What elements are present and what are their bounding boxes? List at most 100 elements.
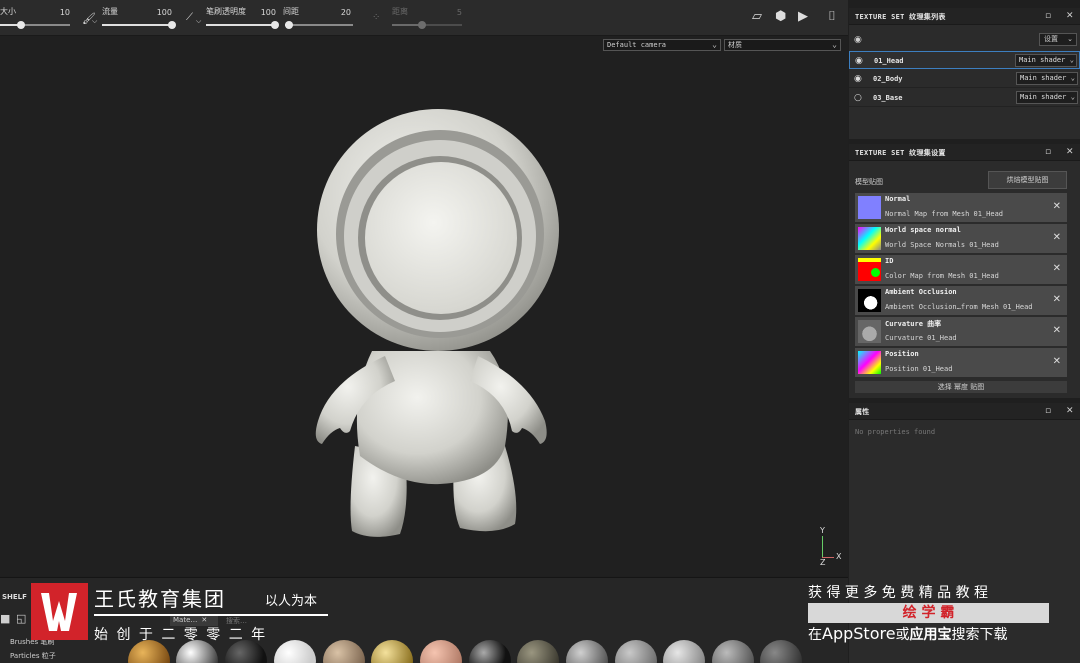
shelf-title: SHELF xyxy=(2,593,27,601)
close-icon[interactable]: ✕ xyxy=(1066,147,1074,157)
texture-set-name: 02_Body xyxy=(873,75,903,83)
texture-set-row-02-body[interactable]: ◉ 02_Body Main shader ⌄ xyxy=(849,70,1080,88)
3d-viewport[interactable]: Default camera ⌄ 材质 ⌄ Y X Z xyxy=(0,36,848,576)
chevron-down-icon[interactable]: ⌵ xyxy=(196,17,201,26)
shader-select[interactable]: Main shader ⌄ xyxy=(1015,54,1077,67)
size-slider-knob[interactable] xyxy=(17,21,25,29)
size-value[interactable]: 10 xyxy=(46,8,70,17)
select-map-button[interactable]: 选择 幂度 贴图 xyxy=(855,381,1067,393)
material-ball[interactable] xyxy=(712,640,754,663)
mesh-map-world-space-normal[interactable]: World space normal World Space Normals 0… xyxy=(855,224,1067,253)
mesh-map-id[interactable]: ID Color Map from Mesh 01_Head ✕ xyxy=(855,255,1067,284)
mesh-map-ambient-occlusion[interactable]: Ambient Occlusion Ambient Occlusion…from… xyxy=(855,286,1067,315)
undock-icon[interactable]: ▫ xyxy=(1045,147,1051,157)
screenshot-camera-icon[interactable]: ⌷ xyxy=(828,9,836,24)
spacing-value[interactable]: 20 xyxy=(327,8,351,17)
texture-set-name: 01_Head xyxy=(874,57,904,65)
map-name: Curvature 曲率 xyxy=(885,320,942,328)
material-ball[interactable] xyxy=(615,640,657,663)
opacity-slider-group: 笔刷透明度 100 xyxy=(206,5,280,31)
eye-icon[interactable]: ◉ xyxy=(855,56,863,66)
cube-view-icon[interactable]: ⬢ xyxy=(775,9,786,24)
flow-slider-knob[interactable] xyxy=(168,21,176,29)
tool-properties-bar: 大小 10 🖌 ⌵ 流量 100 ⟋ ⌵ 笔刷透明度 100 间距 20 ⁘ 距… xyxy=(0,0,848,36)
remove-map-icon[interactable]: ✕ xyxy=(1053,201,1061,212)
texture-set-row-01-head[interactable]: ◉ 01_Head Main shader ⌄ xyxy=(849,51,1080,69)
3d-model-mascot[interactable] xyxy=(0,36,848,576)
pen-pressure-icon[interactable]: ⟋ xyxy=(186,12,193,23)
camera-video-icon[interactable]: ▶ xyxy=(798,9,808,24)
texture-set-list-panel: TEXTURE SET 纹理集列表 ▫ ✕ ◉ 设置 ⌄ ◉ 01_Head M… xyxy=(849,8,1080,139)
material-ball[interactable] xyxy=(663,640,705,663)
close-icon[interactable]: ✕ xyxy=(1066,406,1074,416)
shelf-category-particles[interactable]: Particles 粒子 xyxy=(10,651,56,661)
material-ball[interactable] xyxy=(420,640,462,663)
flow-slider-track[interactable] xyxy=(102,24,174,26)
bake-mesh-maps-button[interactable]: 烘焙模型贴图 xyxy=(988,171,1067,189)
texture-set-settings-panel: TEXTURE SET 纹理集设置 ▫ ✕ 模型贴图 烘焙模型贴图 Normal… xyxy=(849,144,1080,398)
flow-value[interactable]: 100 xyxy=(148,8,172,17)
flow-slider-group: 流量 100 xyxy=(102,5,176,31)
mesh-maps-label: 模型贴图 xyxy=(855,178,883,186)
mesh-map-curvature[interactable]: Curvature 曲率 Curvature 01_Head ✕ xyxy=(855,317,1067,346)
settings-dropdown[interactable]: 设置 ⌄ xyxy=(1039,33,1077,46)
map-desc: Normal Map from Mesh 01_Head xyxy=(885,210,1004,218)
folder-icon[interactable]: ■ xyxy=(0,612,10,625)
opacity-slider-track[interactable] xyxy=(206,24,278,26)
company-logo xyxy=(31,583,88,640)
eye-icon[interactable]: ◉ xyxy=(854,74,862,84)
new-folder-icon[interactable]: ◱ xyxy=(16,612,26,625)
position-map-thumbnail xyxy=(858,351,881,374)
spacing-slider-track[interactable] xyxy=(285,24,353,26)
undock-icon[interactable]: ▫ xyxy=(1045,11,1051,21)
spacing-slider-group: 间距 20 xyxy=(283,5,353,31)
texture-set-row-03-base[interactable]: ○ 03_Base Main shader ⌄ xyxy=(849,89,1080,107)
symmetry-icon[interactable]: ▱ xyxy=(752,9,762,24)
map-desc: Color Map from Mesh 01_Head xyxy=(885,272,999,280)
watermark-divider xyxy=(94,614,328,616)
panel-header: TEXTURE SET 纹理集列表 ▫ ✕ xyxy=(849,8,1080,25)
size-slider-group: 大小 10 xyxy=(0,5,72,31)
axis-x-label: X xyxy=(836,552,842,561)
material-ball[interactable] xyxy=(323,640,365,663)
spacing-slider-knob[interactable] xyxy=(285,21,293,29)
size-slider-track[interactable] xyxy=(0,24,70,26)
flow-label: 流量 xyxy=(102,7,118,16)
material-ball[interactable] xyxy=(274,640,316,663)
distance-slider-group: 距离 5 xyxy=(392,5,464,31)
remove-map-icon[interactable]: ✕ xyxy=(1053,263,1061,274)
eye-closed-icon[interactable]: ○ xyxy=(854,93,862,103)
material-ball[interactable] xyxy=(566,640,608,663)
axis-gizmo: Y X Z xyxy=(812,526,848,567)
map-name: ID xyxy=(885,257,894,265)
chevron-down-icon[interactable]: ⌵ xyxy=(92,17,97,26)
close-icon[interactable]: ✕ xyxy=(1066,11,1074,21)
map-name: World space normal xyxy=(885,226,961,234)
mesh-map-normal[interactable]: Normal Normal Map from Mesh 01_Head ✕ xyxy=(855,193,1067,222)
map-name: Normal xyxy=(885,195,911,203)
promo-brand-bar: 绘 学 霸 xyxy=(808,603,1049,623)
promo-line-2: 在AppStore或应用宝搜索下载 xyxy=(808,624,1008,643)
chevron-down-icon: ⌄ xyxy=(1067,35,1073,43)
map-desc: World Space Normals 01_Head xyxy=(885,241,999,249)
opacity-slider-knob[interactable] xyxy=(271,21,279,29)
visibility-toggle-icon[interactable]: ◉ xyxy=(854,35,862,45)
shader-select[interactable]: Main shader ⌄ xyxy=(1016,72,1078,85)
opacity-value[interactable]: 100 xyxy=(252,8,276,17)
material-ball[interactable] xyxy=(371,640,413,663)
mesh-map-position[interactable]: Position Position 01_Head ✕ xyxy=(855,348,1067,377)
curvature-map-thumbnail xyxy=(858,320,881,343)
undock-icon[interactable]: ▫ xyxy=(1045,406,1051,416)
world-normal-thumbnail xyxy=(858,227,881,250)
material-ball[interactable] xyxy=(760,640,802,663)
remove-map-icon[interactable]: ✕ xyxy=(1053,232,1061,243)
shader-select[interactable]: Main shader ⌄ xyxy=(1016,91,1078,104)
remove-map-icon[interactable]: ✕ xyxy=(1053,325,1061,336)
no-properties-text: No properties found xyxy=(855,428,936,436)
material-ball[interactable] xyxy=(469,640,511,663)
material-ball[interactable] xyxy=(517,640,559,663)
spacing-label: 间距 xyxy=(283,7,299,16)
remove-map-icon[interactable]: ✕ xyxy=(1053,294,1061,305)
axis-y-label: Y xyxy=(820,526,825,535)
remove-map-icon[interactable]: ✕ xyxy=(1053,356,1061,367)
